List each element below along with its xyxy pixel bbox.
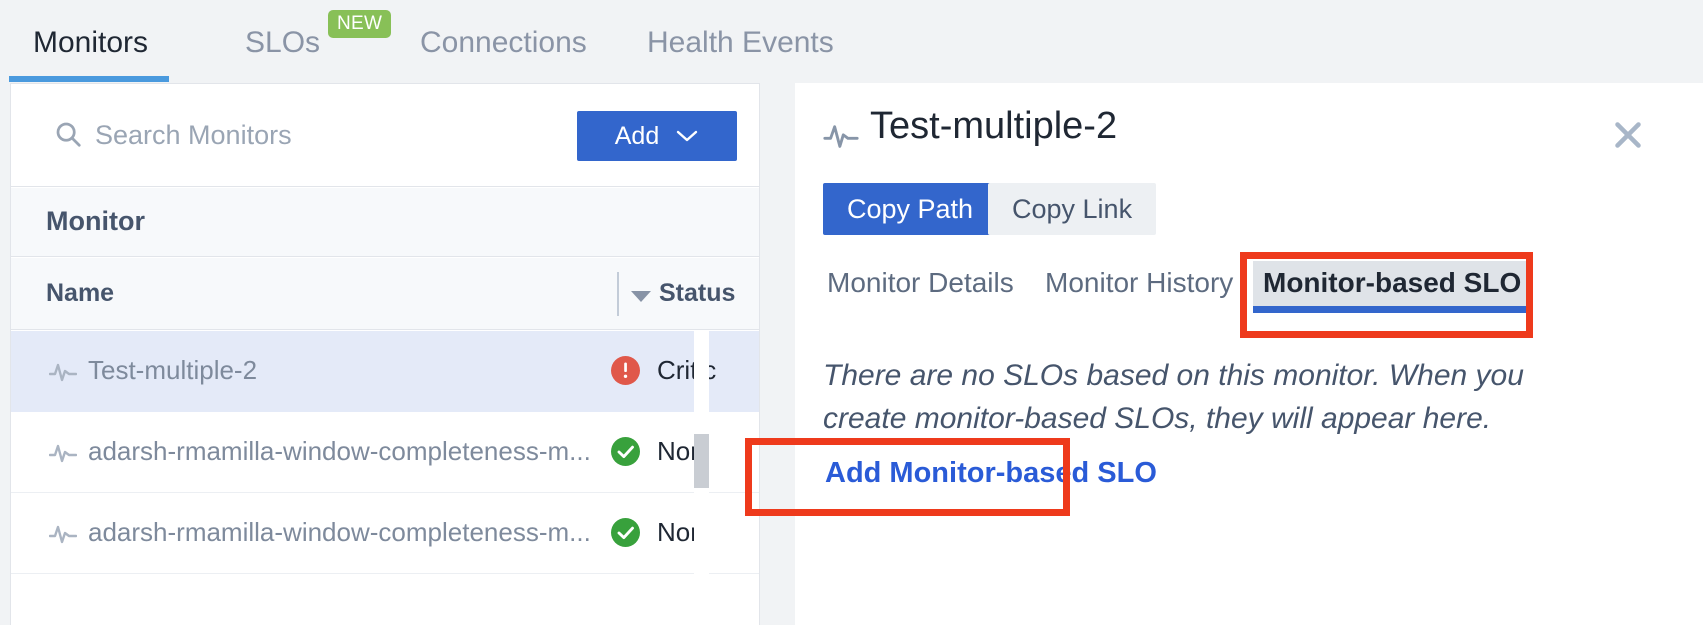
nav-tab-health-events[interactable]: Health Events	[647, 26, 834, 60]
pulse-icon	[49, 439, 77, 465]
monitor-group-label: Monitor	[46, 206, 145, 237]
search-icon	[53, 119, 83, 149]
tab-monitor-history-label: Monitor History	[1045, 267, 1233, 298]
chevron-down-icon	[675, 128, 699, 144]
monitors-list-body: Test-multiple-2 Critic adarsh-rmamilla-w…	[11, 331, 760, 625]
triangle-down-icon[interactable]	[631, 291, 651, 302]
page-title: Test-multiple-2	[870, 105, 1117, 148]
table-row-name: Test-multiple-2	[88, 355, 257, 386]
table-row-name: adarsh-rmamilla-window-completeness-m...	[88, 436, 591, 467]
tab-monitor-details[interactable]: Monitor Details	[817, 261, 1024, 313]
list-scrollbar-thumb[interactable]	[694, 434, 709, 488]
add-button-label: Add	[615, 122, 659, 151]
table-column-header: Name Status	[11, 258, 760, 330]
pulse-icon	[49, 358, 77, 384]
search-bar: Add	[11, 84, 760, 187]
detail-tab-bar: Monitor Details Monitor History Monitor-…	[795, 261, 1703, 325]
nav-tab-connections[interactable]: Connections	[420, 26, 587, 60]
table-row-name: adarsh-rmamilla-window-completeness-m...	[88, 517, 591, 548]
monitors-list-panel: Add Monitor Name Status Test-multiple-2	[10, 83, 760, 625]
tab-monitor-based-slo-label: Monitor-based SLO	[1263, 267, 1521, 298]
close-icon[interactable]	[1610, 117, 1646, 153]
monitor-detail-panel: Test-multiple-2 Copy Path Copy Link Moni…	[795, 83, 1703, 625]
column-divider	[617, 272, 619, 316]
tab-monitor-based-slo[interactable]: Monitor-based SLO	[1253, 261, 1531, 313]
pulse-icon	[49, 520, 77, 546]
table-row[interactable]: adarsh-rmamilla-window-completeness-m...…	[11, 412, 760, 493]
empty-state-message: There are no SLOs based on this monitor.…	[823, 355, 1609, 440]
new-badge: NEW	[328, 10, 391, 38]
column-header-status[interactable]: Status	[659, 279, 735, 308]
table-row[interactable]: adarsh-rmamilla-window-completeness-m...…	[11, 493, 760, 574]
nav-tab-slos[interactable]: SLOs	[245, 26, 320, 60]
tab-monitor-history[interactable]: Monitor History	[1035, 261, 1243, 313]
status-badge-normal-icon	[611, 437, 640, 466]
monitor-group-header: Monitor	[11, 188, 760, 257]
column-header-name[interactable]: Name	[46, 279, 114, 308]
tab-monitor-details-label: Monitor Details	[827, 267, 1014, 298]
copy-link-button[interactable]: Copy Link	[988, 183, 1156, 235]
pulse-icon	[823, 121, 859, 151]
add-monitor-based-slo-link[interactable]: Add Monitor-based SLO	[825, 457, 1157, 490]
add-button[interactable]: Add	[577, 111, 737, 161]
search-input[interactable]	[95, 116, 495, 154]
nav-tab-monitors[interactable]: Monitors	[33, 26, 148, 60]
status-badge-critical-icon	[611, 356, 640, 385]
tab-active-underline	[1253, 306, 1531, 313]
nav-tab-monitors-underline	[9, 76, 169, 82]
copy-path-button[interactable]: Copy Path	[823, 183, 997, 235]
top-navigation-bar: Monitors SLOs NEW Connections Health Eve…	[0, 0, 1703, 83]
status-badge-normal-icon	[611, 518, 640, 547]
table-row[interactable]: Test-multiple-2 Critic	[11, 331, 760, 412]
